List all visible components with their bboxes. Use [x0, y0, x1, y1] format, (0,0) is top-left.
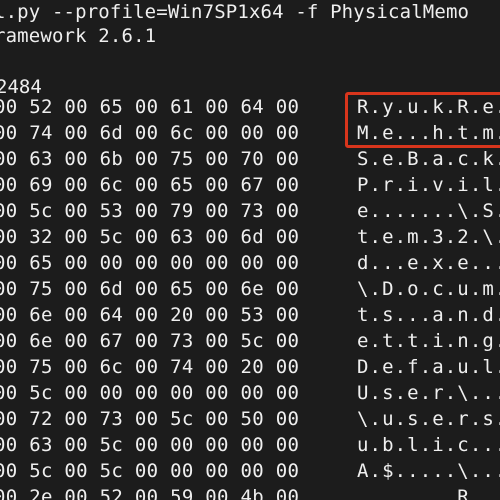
ascii-text: \.u.s.e.r.s.	[357, 408, 500, 430]
hex-bytes: 00 72 00 73 00 5c 00 50 00	[0, 408, 300, 430]
ascii-text: d...e.x.e...	[357, 252, 500, 274]
hex-bytes: 00 69 00 6c 00 65 00 67 00	[0, 174, 300, 196]
ascii-text: e.t.t.i.n.g.	[357, 330, 500, 352]
hex-bytes: 00 52 00 65 00 61 00 64 00	[0, 96, 300, 118]
hex-bytes: 00 63 00 5c 00 00 00 00 00	[0, 434, 300, 456]
ascii-text: u.b.l.i.c...	[357, 434, 500, 456]
ascii-text: A.$.....\...	[357, 460, 500, 482]
hex-bytes: 00 74 00 6d 00 6c 00 00 00	[0, 122, 300, 144]
hex-bytes: 00 75 00 6c 00 74 00 20 00	[0, 356, 300, 378]
hexdump-row: 00 75 00 6c 00 74 00 20 00 D.e.f.a.u.l.	[0, 354, 500, 380]
hex-bytes: 00 65 00 00 00 00 00 00 00	[0, 252, 300, 274]
hex-bytes: 00 6e 00 67 00 73 00 5c 00	[0, 330, 300, 352]
hexdump-row: 00 63 00 6b 00 75 00 70 00 S.e.B.a.c.k.	[0, 146, 500, 172]
ascii-text: ........R...	[357, 486, 500, 500]
ascii-text: U.s.e.r.\...	[357, 382, 500, 404]
hexdump-row: 00 32 00 5c 00 63 00 6d 00 t.e.m.3.2.\.	[0, 224, 500, 250]
hexdump-row: 00 5c 00 00 00 00 00 00 00 U.s.e.r.\...	[0, 380, 500, 406]
hex-bytes: 00 5c 00 53 00 79 00 73 00	[0, 200, 300, 222]
ascii-text: S.e.B.a.c.k.	[357, 148, 500, 170]
hexdump-row: 00 6e 00 64 00 20 00 53 00 t.s...a.n.d.	[0, 302, 500, 328]
terminal-window[interactable]: l.py --profile=Win7SP1x64 -f PhysicalMem…	[0, 0, 500, 500]
hexdump-row: 00 63 00 5c 00 00 00 00 00 u.b.l.i.c...	[0, 432, 500, 458]
hexdump-row: 00 65 00 00 00 00 00 00 00 d...e.x.e...	[0, 250, 500, 276]
hex-bytes: 00 2e 00 52 00 59 00 4b 00	[0, 486, 300, 500]
hexdump-row: 00 2e 00 52 00 59 00 4b 00 ........R...	[0, 484, 500, 500]
ascii-text: t.e.m.3.2.\.	[357, 226, 500, 248]
hex-bytes: 00 5c 00 5c 00 00 00 00 00	[0, 460, 300, 482]
hexdump-row: 00 5c 00 5c 00 00 00 00 00 A.$.....\...	[0, 458, 500, 484]
highlight-box	[345, 92, 500, 148]
hex-bytes: 00 6e 00 64 00 20 00 53 00	[0, 304, 300, 326]
ascii-text: \.D.o.c.u.m.	[357, 278, 500, 300]
hexdump-row: 00 75 00 6d 00 65 00 6e 00 \.D.o.c.u.m.	[0, 276, 500, 302]
command-line: l.py --profile=Win7SP1x64 -f PhysicalMem…	[0, 1, 470, 23]
ascii-text: e.......\.S.	[357, 200, 500, 222]
hex-bytes: 00 5c 00 00 00 00 00 00 00	[0, 382, 300, 404]
ascii-text: D.e.f.a.u.l.	[357, 356, 500, 378]
ascii-text: P.r.i.v.i.l.	[357, 174, 500, 196]
framework-version-line: ramework 2.6.1	[0, 25, 157, 47]
hexdump-row: 00 69 00 6c 00 65 00 67 00 P.r.i.v.i.l.	[0, 172, 500, 198]
hexdump-row: 00 5c 00 53 00 79 00 73 00 e.......\.S.	[0, 198, 500, 224]
hex-bytes: 00 63 00 6b 00 75 00 70 00	[0, 148, 300, 170]
ascii-text: t.s...a.n.d.	[357, 304, 500, 326]
hex-bytes: 00 32 00 5c 00 63 00 6d 00	[0, 226, 300, 248]
hexdump-row: 00 6e 00 67 00 73 00 5c 00 e.t.t.i.n.g.	[0, 328, 500, 354]
hex-bytes: 00 75 00 6d 00 65 00 6e 00	[0, 278, 300, 300]
hexdump-row: 00 72 00 73 00 5c 00 50 00 \.u.s.e.r.s.	[0, 406, 500, 432]
